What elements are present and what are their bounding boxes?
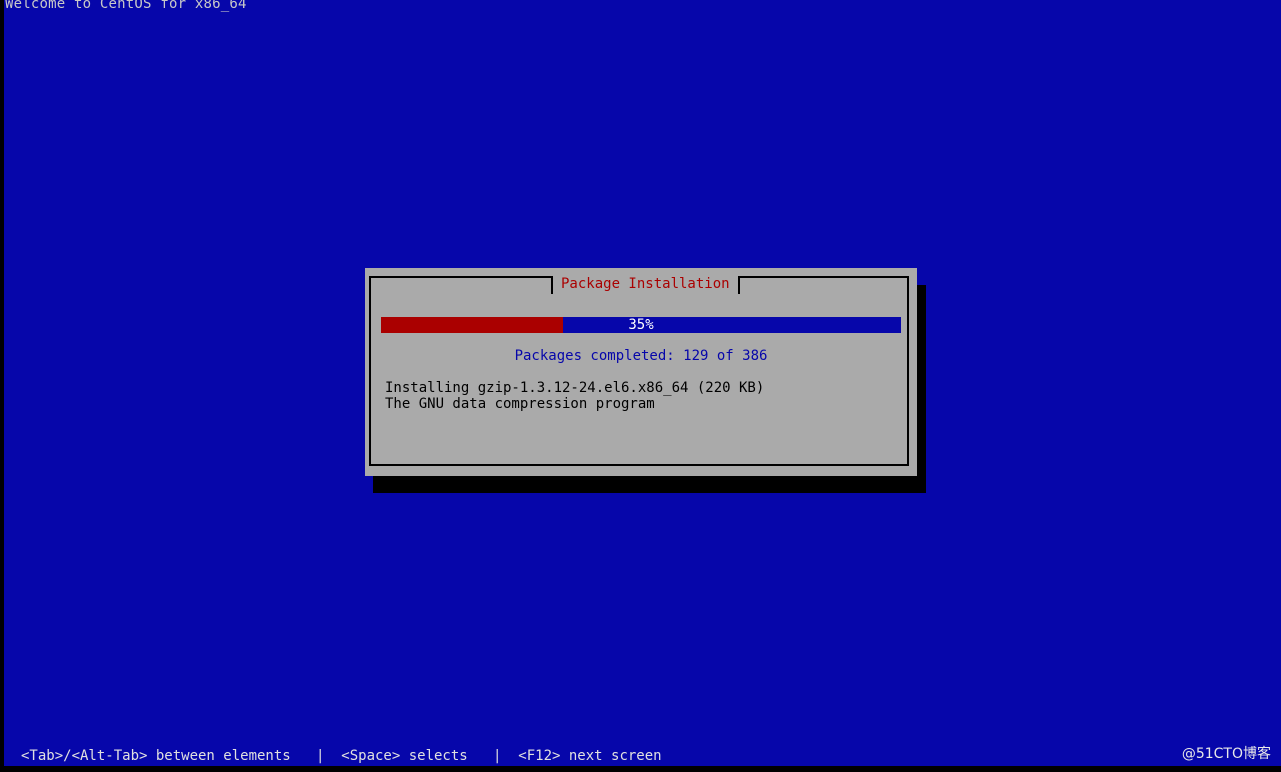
dialog-title: Package Installation bbox=[551, 276, 740, 294]
install-progress-bar: 35% bbox=[381, 317, 901, 333]
installer-screen: Welcome to CentOS for x86_64 Package Ins… bbox=[4, 0, 1281, 766]
installing-package-line: Installing gzip-1.3.12-24.el6.x86_64 (22… bbox=[385, 380, 765, 396]
watermark-text: @51CTO博客 bbox=[1181, 746, 1271, 762]
install-progress-label: 35% bbox=[628, 317, 654, 333]
keyboard-help-line: <Tab>/<Alt-Tab> between elements | <Spac… bbox=[21, 748, 662, 764]
installer-title: Welcome to CentOS for x86_64 bbox=[5, 0, 247, 12]
packages-completed-status: Packages completed: 129 of 386 bbox=[514, 348, 768, 364]
dialog-frame: Package Installation bbox=[369, 276, 909, 466]
package-description-line: The GNU data compression program bbox=[385, 396, 655, 412]
package-installation-dialog: Package Installation 35% Packages comple… bbox=[365, 268, 917, 476]
